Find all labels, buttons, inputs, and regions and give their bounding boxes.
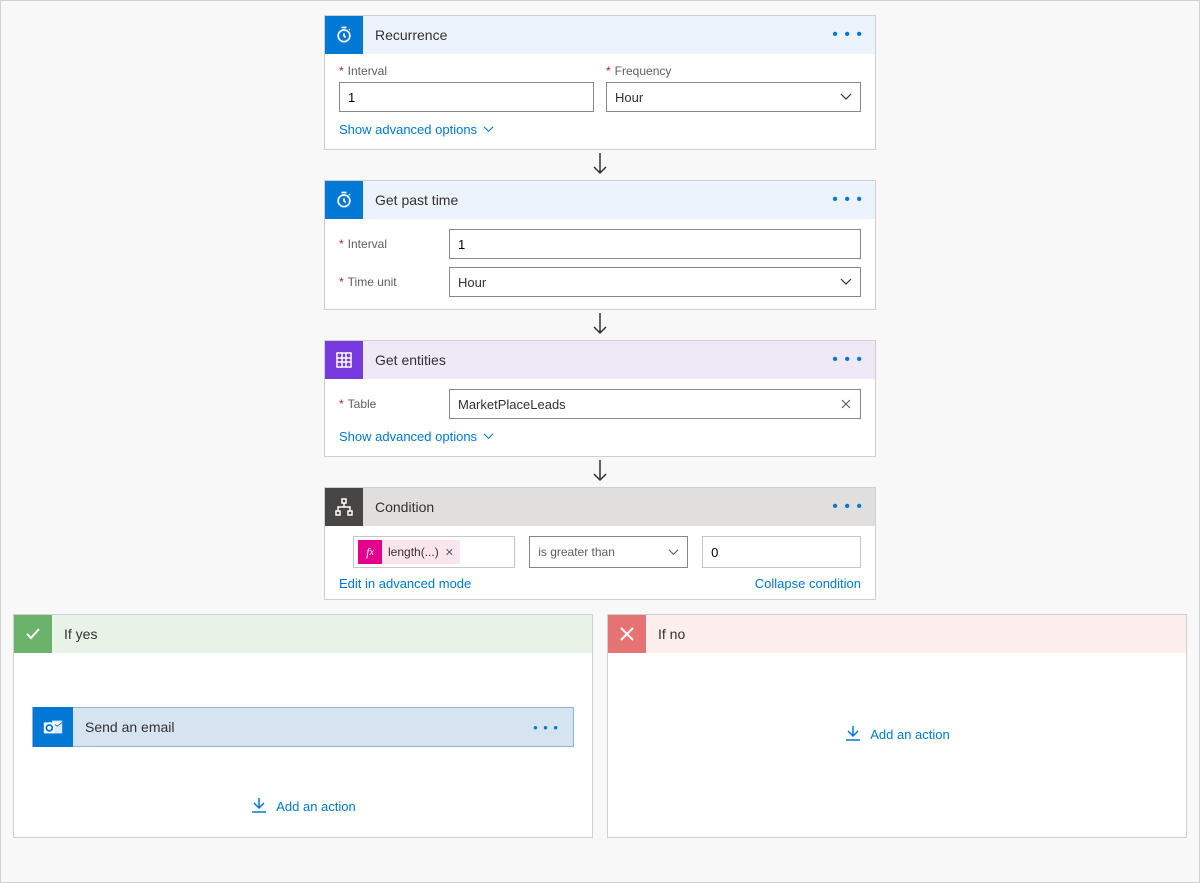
time-unit-select[interactable]: Hour <box>449 267 861 297</box>
more-menu-icon[interactable]: • • • <box>820 26 875 44</box>
cross-icon <box>608 615 646 653</box>
interval-label: *Interval <box>339 64 594 78</box>
table-label: *Table <box>339 397 449 411</box>
send-email-action[interactable]: Send an email • • • <box>32 707 574 747</box>
chevron-down-icon <box>668 547 679 558</box>
recurrence-header[interactable]: Recurrence • • • <box>325 16 875 54</box>
get-entities-header[interactable]: Get entities • • • <box>325 341 875 379</box>
show-advanced-link[interactable]: Show advanced options <box>339 122 494 137</box>
fx-icon: fx <box>358 540 382 564</box>
more-menu-icon[interactable]: • • • <box>820 191 875 209</box>
past-interval-label: *Interval <box>339 237 449 251</box>
flow-arrow-icon <box>592 457 608 487</box>
if-no-header: If no <box>608 615 1186 653</box>
flow-arrow-icon <box>592 150 608 180</box>
if-yes-branch: If yes Send an email • • • Add an action <box>13 614 593 838</box>
interval-input[interactable] <box>339 82 594 112</box>
condition-right-operand[interactable] <box>702 536 861 568</box>
condition-left-operand[interactable]: fx length(...) ✕ <box>353 536 515 568</box>
if-yes-header: If yes <box>14 615 592 653</box>
condition-card: Condition • • • fx length(...) ✕ is grea… <box>324 487 876 600</box>
more-menu-icon[interactable]: • • • <box>820 498 875 516</box>
chevron-down-icon <box>483 431 494 442</box>
clock-icon <box>325 181 363 219</box>
get-past-time-card: Get past time • • • *Interval *Time unit… <box>324 180 876 310</box>
check-icon <box>14 615 52 653</box>
recurrence-title: Recurrence <box>363 27 820 43</box>
frequency-label: *Frequency <box>606 64 861 78</box>
time-unit-label: *Time unit <box>339 275 449 289</box>
add-action-button[interactable]: Add an action <box>844 725 950 743</box>
flow-arrow-icon <box>592 310 608 340</box>
condition-header[interactable]: Condition • • • <box>325 488 875 526</box>
if-no-label: If no <box>646 626 1186 642</box>
show-advanced-link[interactable]: Show advanced options <box>339 429 494 444</box>
edit-advanced-mode-link[interactable]: Edit in advanced mode <box>339 576 471 591</box>
add-action-button[interactable]: Add an action <box>250 797 356 815</box>
table-icon <box>325 341 363 379</box>
condition-operator-select[interactable]: is greater than <box>529 536 688 568</box>
past-interval-input[interactable] <box>449 229 861 259</box>
get-entities-card: Get entities • • • *Table MarketPlaceLea… <box>324 340 876 457</box>
more-menu-icon[interactable]: • • • <box>820 351 875 369</box>
chevron-down-icon <box>840 276 852 288</box>
condition-title: Condition <box>363 499 820 515</box>
clear-icon[interactable] <box>840 398 852 410</box>
get-past-time-title: Get past time <box>363 192 820 208</box>
chevron-down-icon <box>483 124 494 135</box>
branch-icon <box>325 488 363 526</box>
if-no-branch: If no Add an action <box>607 614 1187 838</box>
remove-token-icon[interactable]: ✕ <box>445 546 454 559</box>
add-step-icon <box>844 725 862 743</box>
expression-token[interactable]: fx length(...) ✕ <box>358 540 460 564</box>
get-entities-title: Get entities <box>363 352 820 368</box>
get-past-time-header[interactable]: Get past time • • • <box>325 181 875 219</box>
more-menu-icon[interactable]: • • • <box>519 720 573 735</box>
recurrence-card: Recurrence • • • *Interval *Frequency Ho… <box>324 15 876 150</box>
if-yes-label: If yes <box>52 626 592 642</box>
outlook-icon <box>33 707 73 747</box>
send-email-label: Send an email <box>73 719 519 735</box>
collapse-condition-link[interactable]: Collapse condition <box>755 576 861 591</box>
table-input[interactable]: MarketPlaceLeads <box>449 389 861 419</box>
chevron-down-icon <box>840 91 852 103</box>
add-step-icon <box>250 797 268 815</box>
flow-designer-canvas: Recurrence • • • *Interval *Frequency Ho… <box>0 0 1200 883</box>
clock-icon <box>325 16 363 54</box>
frequency-select[interactable]: Hour <box>606 82 861 112</box>
